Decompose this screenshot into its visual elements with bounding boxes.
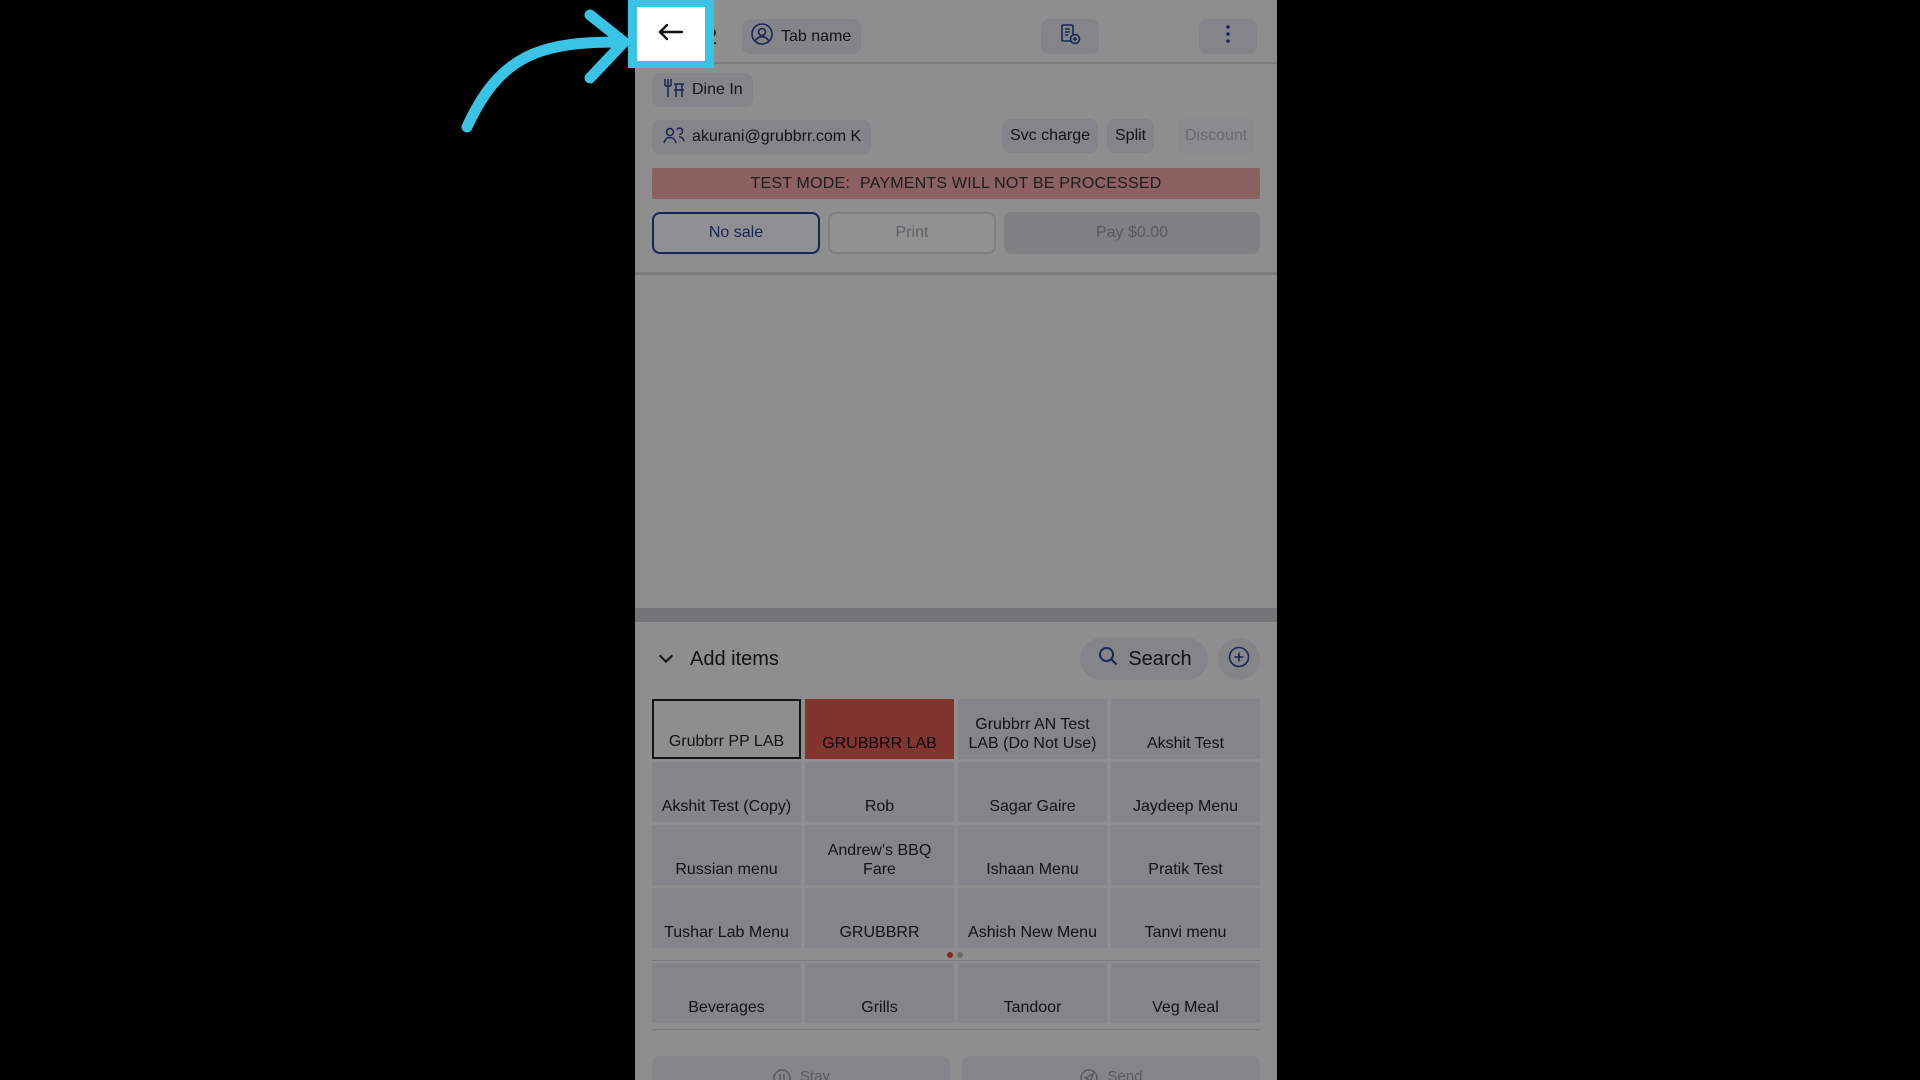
svc-charge-button[interactable]: Svc charge	[1002, 119, 1099, 153]
menu-tile[interactable]: Grubbrr PP LAB	[652, 699, 801, 759]
page-indicator	[947, 952, 963, 958]
menu-tile-label: Tushar Lab Menu	[664, 924, 789, 941]
arrow-left-icon	[658, 23, 684, 46]
test-mode-prefix: TEST MODE:	[750, 174, 851, 192]
menu-tile[interactable]: Ishaan Menu	[958, 825, 1107, 885]
user-circle-icon	[750, 22, 774, 51]
category-grid: Beverages Grills Tandoor Veg Meal	[652, 963, 1261, 1023]
search-label: Search	[1128, 647, 1192, 670]
chevron-down-icon[interactable]	[655, 648, 677, 670]
category-tile[interactable]: Beverages	[652, 963, 801, 1023]
back-button[interactable]	[637, 7, 705, 61]
menu-tile-label: Andrew's BBQ Fare	[827, 842, 932, 878]
menu-tile[interactable]: GRUBBRR LAB	[805, 699, 954, 759]
panel-divider	[635, 608, 1277, 622]
category-label: Beverages	[688, 999, 765, 1016]
menu-tile-label: Russian menu	[675, 861, 778, 878]
menu-tile-label: Ishaan Menu	[986, 861, 1079, 878]
more-options-button[interactable]	[1199, 19, 1257, 54]
screenshot-stage: 2 Tab name Dine In	[0, 0, 1920, 1080]
customer-button[interactable]: akurani@grubbrr.com K	[652, 120, 872, 154]
search-icon	[1096, 644, 1120, 674]
pay-label: Pay $0.00	[1095, 224, 1169, 241]
pay-button[interactable]: Pay $0.00	[1004, 212, 1260, 254]
category-tile[interactable]: Veg Meal	[1111, 963, 1260, 1023]
menu-tile[interactable]: Ashish New Menu	[958, 888, 1107, 948]
menu-tile[interactable]: Tushar Lab Menu	[652, 888, 801, 948]
menu-tile-label: Sagar Gaire	[989, 798, 1076, 815]
no-sale-label: No sale	[708, 224, 764, 241]
menu-tile-label: Grubbrr AN Test LAB (Do Not Use)	[968, 716, 1097, 752]
menu-tile[interactable]: Sagar Gaire	[958, 762, 1107, 822]
page-dot	[957, 952, 963, 958]
menu-tile[interactable]: Russian menu	[652, 825, 801, 885]
menu-tile[interactable]: Pratik Test	[1111, 825, 1260, 885]
customer-label: akurani@grubbrr.com K	[692, 128, 862, 145]
print-button[interactable]: Print	[828, 212, 996, 254]
tab-name-button[interactable]: Tab name	[742, 19, 862, 54]
vertical-dots-icon	[1216, 22, 1240, 51]
print-label: Print	[895, 224, 929, 241]
menu-tile[interactable]: Grubbrr AN Test LAB (Do Not Use)	[958, 699, 1107, 759]
test-mode-message: PAYMENTS WILL NOT BE PROCESSED	[860, 174, 1162, 192]
category-divider	[652, 960, 1261, 961]
send-button[interactable]: Send	[962, 1056, 1260, 1080]
send-icon	[1079, 1068, 1099, 1080]
category-label: Veg Meal	[1152, 999, 1219, 1016]
add-items-title: Add items	[690, 648, 779, 670]
pos-screen: 2 Tab name Dine In	[635, 0, 1277, 1080]
stay-icon	[772, 1068, 792, 1080]
order-options-button[interactable]	[1041, 19, 1099, 54]
menu-tile[interactable]: Andrew's BBQ Fare	[805, 825, 954, 885]
menu-tile-label: Akshit Test	[1146, 735, 1225, 752]
category-label: Grills	[861, 999, 898, 1016]
menu-tile[interactable]: GRUBBRR	[805, 888, 954, 948]
menu-tile-label: Pratik Test	[1148, 861, 1223, 878]
test-mode-banner: TEST MODE: PAYMENTS WILL NOT BE PROCESSE…	[652, 168, 1260, 199]
footer-divider	[652, 1029, 1261, 1030]
menu-tile-label: Ashish New Menu	[968, 924, 1097, 941]
tab-name-label: Tab name	[781, 27, 852, 45]
menu-tile[interactable]: Jaydeep Menu	[1111, 762, 1260, 822]
no-sale-button[interactable]: No sale	[652, 212, 820, 254]
menu-tile-label: Tanvi menu	[1144, 924, 1227, 941]
menu-tile-label: Grubbrr PP LAB	[668, 733, 785, 750]
menu-tile[interactable]: Rob	[805, 762, 954, 822]
menu-tile-label: GRUBBRR LAB	[822, 735, 937, 752]
stay-label: Stay	[799, 1068, 830, 1080]
menu-tile[interactable]: Tanvi menu	[1111, 888, 1260, 948]
search-button[interactable]: Search	[1080, 638, 1208, 680]
users-icon	[662, 123, 686, 152]
category-label: Tandoor	[1003, 999, 1062, 1016]
menu-tile[interactable]: Akshit Test (Copy)	[652, 762, 801, 822]
split-label: Split	[1115, 127, 1147, 144]
menu-tile[interactable]: Akshit Test	[1111, 699, 1260, 759]
menu-tile-label: Rob	[864, 798, 895, 815]
order-items-area	[635, 275, 1277, 608]
plus-circle-icon	[1227, 645, 1251, 674]
dining-icon	[662, 76, 686, 105]
dine-in-label: Dine In	[692, 81, 743, 98]
page-dot-active	[947, 952, 953, 958]
receipt-icon	[1058, 22, 1082, 51]
category-tile[interactable]: Grills	[805, 963, 954, 1023]
add-item-button[interactable]	[1218, 638, 1260, 680]
stay-button[interactable]: Stay	[652, 1056, 950, 1080]
menu-tile-label: GRUBBRR	[839, 924, 920, 941]
dine-in-button[interactable]: Dine In	[652, 73, 753, 107]
svc-charge-label: Svc charge	[1010, 127, 1091, 144]
menu-grid: Grubbrr PP LAB GRUBBRR LAB Grubbrr AN Te…	[652, 699, 1261, 948]
discount-button[interactable]: Discount	[1177, 119, 1256, 153]
split-button[interactable]: Split	[1107, 119, 1155, 153]
menu-tile-label: Akshit Test (Copy)	[661, 798, 792, 815]
top-bar	[635, 0, 1277, 64]
menu-tile-label: Jaydeep Menu	[1133, 798, 1238, 815]
send-label: Send	[1107, 1068, 1143, 1080]
category-tile[interactable]: Tandoor	[958, 963, 1107, 1023]
back-button-highlight	[628, 0, 714, 68]
discount-label: Discount	[1185, 127, 1248, 144]
